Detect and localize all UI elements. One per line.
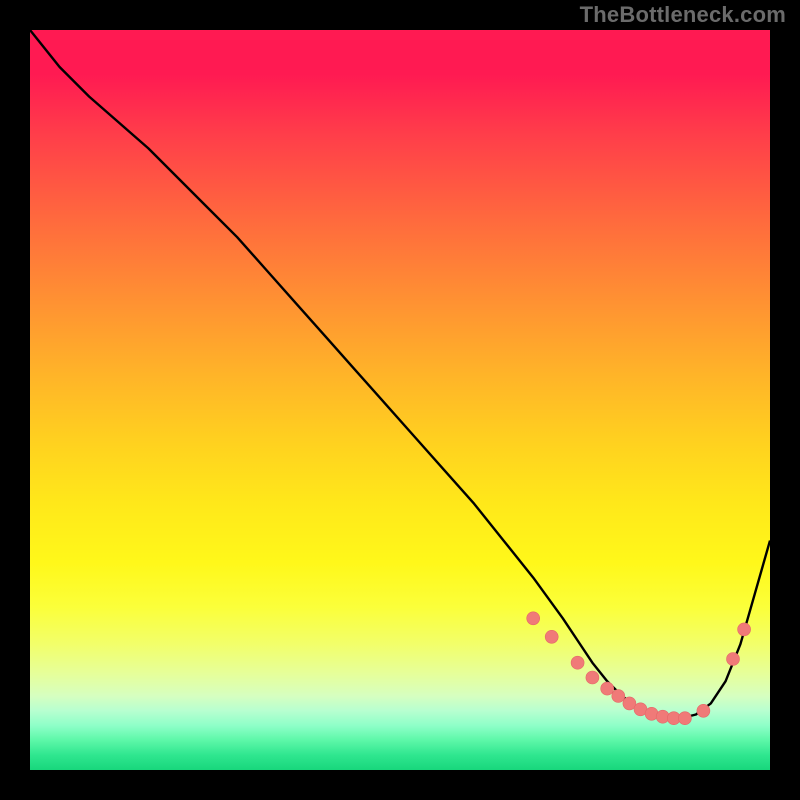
bottleneck-curve bbox=[30, 30, 770, 718]
highlight-point bbox=[601, 682, 614, 695]
highlight-point bbox=[738, 623, 751, 636]
highlight-point bbox=[612, 690, 625, 703]
highlight-point bbox=[571, 656, 584, 669]
highlight-points-group bbox=[527, 612, 751, 725]
highlight-point bbox=[527, 612, 540, 625]
curve-layer bbox=[30, 30, 770, 770]
highlight-point bbox=[727, 653, 740, 666]
highlight-point bbox=[697, 704, 710, 717]
watermark-label: TheBottleneck.com bbox=[580, 2, 786, 28]
highlight-point bbox=[545, 630, 558, 643]
chart-frame: TheBottleneck.com bbox=[0, 0, 800, 800]
highlight-point bbox=[678, 712, 691, 725]
plot-area bbox=[30, 30, 770, 770]
highlight-point bbox=[586, 671, 599, 684]
